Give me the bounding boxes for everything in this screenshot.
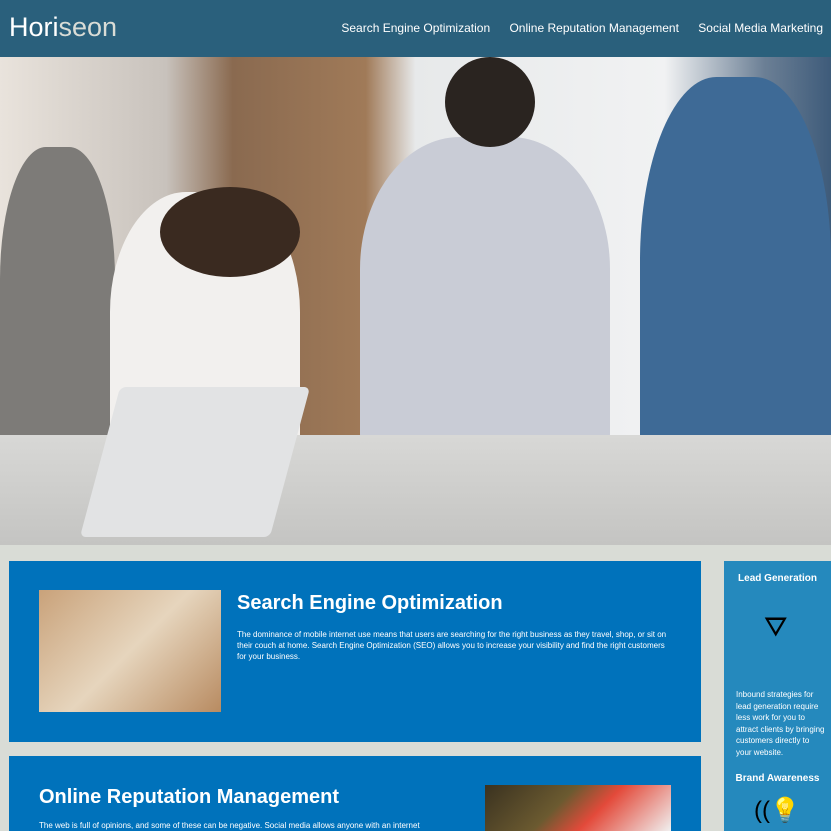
card-text: The dominance of mobile internet use mea… — [237, 630, 667, 661]
logo[interactable]: Horiseon — [9, 12, 117, 43]
logo-accent: seon — [58, 12, 118, 42]
benefit-title: Brand Awareness — [735, 773, 820, 784]
nav-link-seo[interactable]: Search Engine Optimization — [341, 21, 490, 35]
content-card-reputation: Online Reputation Management The web is … — [9, 756, 701, 831]
benefit-title: Lead Generation — [738, 573, 817, 584]
hero-person — [360, 137, 610, 467]
lightbulb-broadcast-icon: ((💡 — [754, 797, 800, 824]
lead-funnel-icon: ⛛ — [764, 611, 788, 642]
hero-head — [445, 57, 535, 147]
nav-link-reputation[interactable]: Online Reputation Management — [509, 21, 678, 35]
benefits-sidebar: Lead Generation ⛛ Inbound strategies for… — [724, 561, 831, 831]
site-header: Horiseon Search Engine Optimization Onli… — [0, 0, 831, 57]
card-text: The web is full of opinions, and some of… — [39, 821, 420, 830]
hero-laptop — [79, 387, 311, 537]
main-nav: Search Engine Optimization Online Reputa… — [325, 21, 823, 35]
hero-person — [0, 147, 115, 477]
benefit-text: Inbound strategies for lead generation r… — [736, 690, 825, 757]
logo-main: Hori — [9, 12, 59, 42]
seo-image — [39, 590, 221, 712]
nav-link-social[interactable]: Social Media Marketing — [698, 21, 823, 35]
hero-image — [0, 57, 831, 545]
content-card-seo: Search Engine Optimization The dominance… — [9, 561, 701, 742]
card-title: Online Reputation Management — [39, 786, 340, 808]
hero-hair — [160, 187, 300, 277]
card-title: Search Engine Optimization — [237, 592, 503, 614]
reputation-image — [485, 785, 671, 831]
